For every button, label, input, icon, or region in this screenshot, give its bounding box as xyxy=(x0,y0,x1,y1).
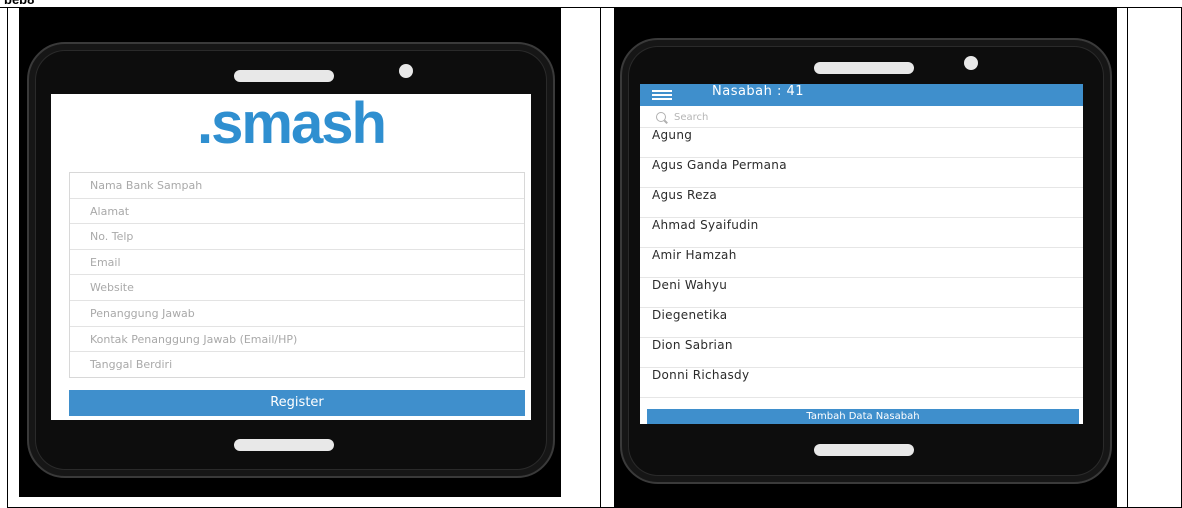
nasabah-app-screen: Nasabah : 41 Agung Agus Ganda Permana Ag… xyxy=(640,84,1083,424)
list-item[interactable]: Agung xyxy=(640,128,1083,158)
front-camera xyxy=(399,64,413,78)
front-camera xyxy=(964,56,978,70)
search-bar xyxy=(640,106,1083,128)
list-item[interactable]: Donni Richasdy xyxy=(640,368,1083,398)
caption-fragment: beb8 xyxy=(4,0,34,7)
add-nasabah-button[interactable]: Tambah Data Nasabah xyxy=(647,409,1079,424)
nasabah-list: Agung Agus Ganda Permana Agus Reza Ahmad… xyxy=(640,128,1083,398)
phone-frame: Nasabah : 41 Agung Agus Ganda Permana Ag… xyxy=(620,38,1112,484)
speaker-grille xyxy=(234,70,334,82)
phone-frame: .smash Nama Bank Sampah Alamat No. Telp … xyxy=(27,42,555,478)
list-item[interactable]: Amir Hamzah xyxy=(640,248,1083,278)
register-form: Nama Bank Sampah Alamat No. Telp Email W… xyxy=(69,172,525,378)
field-no-telp[interactable]: No. Telp xyxy=(70,224,524,250)
field-nama-bank-sampah[interactable]: Nama Bank Sampah xyxy=(70,173,524,199)
field-tanggal-berdiri[interactable]: Tanggal Berdiri xyxy=(70,352,524,378)
register-app-screen: .smash Nama Bank Sampah Alamat No. Telp … xyxy=(51,94,531,420)
list-item[interactable]: Deni Wahyu xyxy=(640,278,1083,308)
nasabah-screenshot: Nasabah : 41 Agung Agus Ganda Permana Ag… xyxy=(614,8,1117,508)
field-kontak-penanggung-jawab[interactable]: Kontak Penanggung Jawab (Email/HP) xyxy=(70,327,524,353)
home-button xyxy=(234,439,334,451)
home-button xyxy=(814,444,914,456)
list-item[interactable]: Diegenetika xyxy=(640,308,1083,338)
app-title: Nasabah : 41 xyxy=(712,84,805,99)
list-item[interactable]: Agus Ganda Permana xyxy=(640,158,1083,188)
field-website[interactable]: Website xyxy=(70,275,524,301)
speaker-grille xyxy=(814,62,914,74)
search-input[interactable] xyxy=(674,109,874,125)
field-alamat[interactable]: Alamat xyxy=(70,199,524,225)
menu-icon[interactable] xyxy=(652,90,672,100)
field-email[interactable]: Email xyxy=(70,250,524,276)
outer-right-cell xyxy=(1127,7,1182,508)
list-item[interactable]: Dion Sabrian xyxy=(640,338,1083,368)
search-icon xyxy=(656,112,666,122)
smash-logo: .smash xyxy=(197,94,387,156)
field-penanggung-jawab[interactable]: Penanggung Jawab xyxy=(70,301,524,327)
app-bar: Nasabah : 41 xyxy=(640,84,1083,106)
list-item[interactable]: Agus Reza xyxy=(640,188,1083,218)
register-screenshot: .smash Nama Bank Sampah Alamat No. Telp … xyxy=(19,8,561,497)
register-button[interactable]: Register xyxy=(69,390,525,416)
list-item[interactable]: Ahmad Syaifudin xyxy=(640,218,1083,248)
